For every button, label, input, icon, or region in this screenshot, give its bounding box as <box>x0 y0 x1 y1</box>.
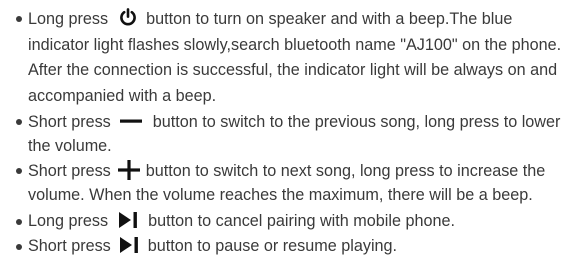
bullet-icon <box>16 119 22 125</box>
item-text-before: Long press <box>28 10 109 28</box>
bullet-icon <box>16 16 22 22</box>
bullet-icon <box>16 244 22 250</box>
play-pause-icon <box>118 211 139 229</box>
item-text-before: Long press <box>28 212 109 230</box>
bullet-icon <box>16 219 22 225</box>
power-icon <box>119 8 137 27</box>
item-text-before: Short press <box>28 237 111 255</box>
item-text-before: Short press <box>28 113 111 131</box>
list-item: Short press button to pause or resume pl… <box>16 235 572 258</box>
item-text-after: button to turn on speaker and with a bee… <box>28 10 562 105</box>
list-item: Short press button to switch to the prev… <box>16 110 572 158</box>
list-item: Long press button to cancel pairing with… <box>16 210 572 233</box>
plus-icon <box>118 159 141 180</box>
list-item: Long press button to turn on speaker and… <box>16 7 572 109</box>
bullet-icon <box>16 168 22 174</box>
item-text-before: Short press <box>28 162 111 180</box>
minus-icon <box>120 117 143 125</box>
instructions-list: Long press button to turn on speaker and… <box>0 0 576 262</box>
play-pause-icon <box>120 236 140 254</box>
item-text-after: button to pause or resume playing. <box>147 237 398 255</box>
list-item: Short press button to switch to next son… <box>16 159 572 207</box>
item-text-after: button to cancel pairing with mobile pho… <box>148 212 455 230</box>
